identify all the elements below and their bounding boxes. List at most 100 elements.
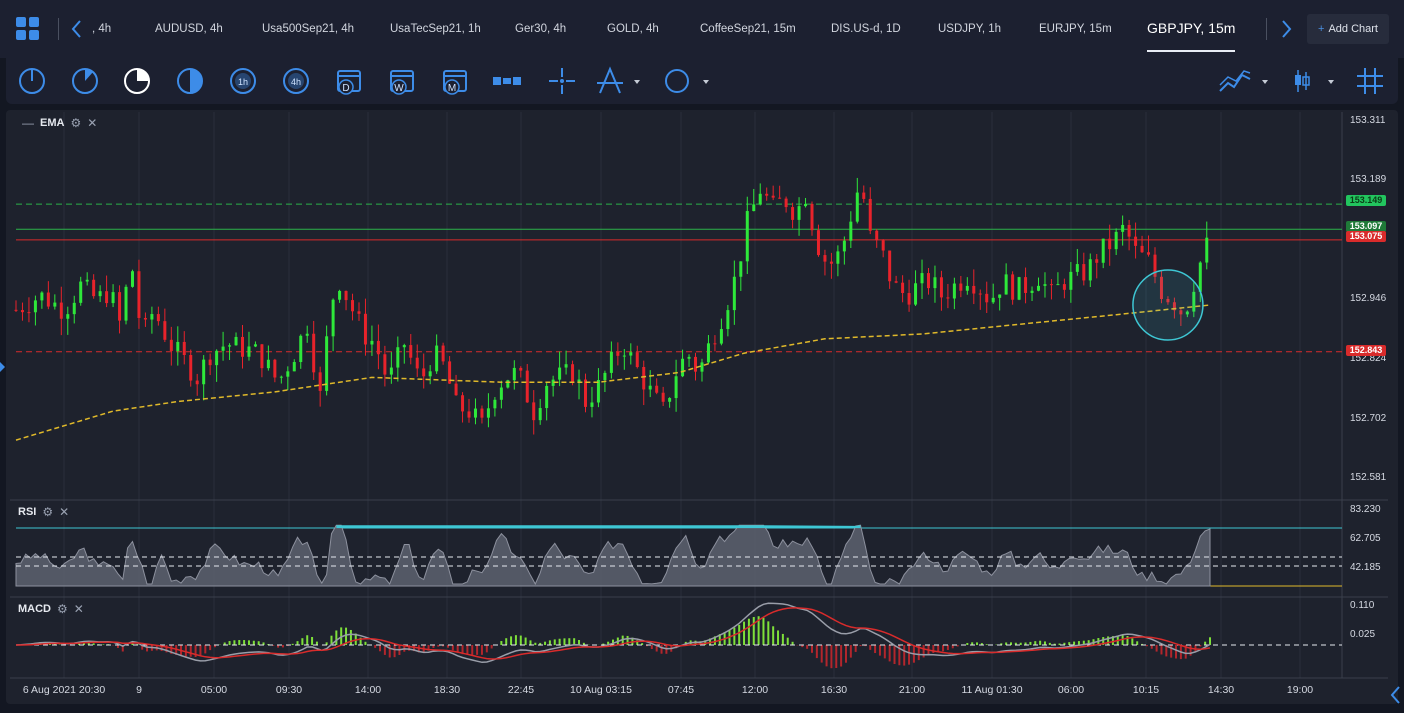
candle[interactable] xyxy=(726,310,729,329)
candle[interactable] xyxy=(1205,238,1208,263)
candle[interactable] xyxy=(785,199,788,207)
candle[interactable] xyxy=(1134,237,1137,246)
candle[interactable] xyxy=(1018,277,1021,300)
candle[interactable] xyxy=(720,329,723,344)
candle[interactable] xyxy=(836,251,839,263)
candle[interactable] xyxy=(60,303,63,319)
candle[interactable] xyxy=(927,273,930,288)
candle[interactable] xyxy=(862,193,865,199)
candle[interactable] xyxy=(383,354,386,374)
candle[interactable] xyxy=(681,359,684,376)
candle[interactable] xyxy=(118,292,121,320)
candle[interactable] xyxy=(959,284,962,291)
candle[interactable] xyxy=(338,291,341,300)
candle[interactable] xyxy=(882,240,885,250)
candle[interactable] xyxy=(610,352,613,373)
candle[interactable] xyxy=(1089,259,1092,280)
candle[interactable] xyxy=(468,411,471,417)
candle[interactable] xyxy=(345,291,348,300)
candle[interactable] xyxy=(332,300,335,337)
candle[interactable] xyxy=(791,207,794,220)
candle[interactable] xyxy=(280,377,283,378)
candle[interactable] xyxy=(1037,286,1040,291)
candle[interactable] xyxy=(668,398,671,402)
candle[interactable] xyxy=(746,211,749,261)
candle[interactable] xyxy=(319,372,322,391)
candle[interactable] xyxy=(299,336,302,362)
candle[interactable] xyxy=(532,402,535,420)
candle[interactable] xyxy=(241,337,244,357)
settings-icon[interactable]: ⚙ xyxy=(70,116,81,130)
candle[interactable] xyxy=(461,395,464,411)
candle[interactable] xyxy=(1050,284,1053,285)
candle[interactable] xyxy=(409,345,412,358)
settings-icon[interactable]: ⚙ xyxy=(42,505,53,519)
candle[interactable] xyxy=(364,314,367,345)
candle[interactable] xyxy=(1056,284,1059,285)
candle[interactable] xyxy=(636,352,639,367)
candle[interactable] xyxy=(86,280,89,282)
candle[interactable] xyxy=(513,368,516,380)
settings-icon[interactable]: ⚙ xyxy=(57,602,68,616)
candle[interactable] xyxy=(603,373,606,380)
candle[interactable] xyxy=(137,271,140,318)
candle[interactable] xyxy=(623,356,626,357)
candle[interactable] xyxy=(849,222,852,241)
candle[interactable] xyxy=(222,347,225,351)
candle[interactable] xyxy=(1147,252,1150,254)
candle[interactable] xyxy=(189,355,192,381)
candle[interactable] xyxy=(370,341,373,345)
candle[interactable] xyxy=(869,199,872,231)
candle[interactable] xyxy=(798,206,801,220)
candle[interactable] xyxy=(642,367,645,389)
candle[interactable] xyxy=(804,204,807,206)
candle[interactable] xyxy=(1108,239,1111,250)
candle[interactable] xyxy=(649,386,652,390)
candle[interactable] xyxy=(972,286,975,294)
candle[interactable] xyxy=(260,344,263,368)
candle[interactable] xyxy=(584,380,587,407)
candle[interactable] xyxy=(79,282,82,303)
candle[interactable] xyxy=(254,344,257,346)
candle[interactable] xyxy=(908,293,911,305)
candle[interactable] xyxy=(377,341,380,354)
candle[interactable] xyxy=(1031,291,1034,293)
candle[interactable] xyxy=(811,204,814,230)
candle[interactable] xyxy=(487,408,490,417)
candle[interactable] xyxy=(267,360,270,368)
candle[interactable] xyxy=(1199,263,1202,292)
close-icon[interactable]: ✕ xyxy=(74,602,84,616)
candle[interactable] xyxy=(47,293,50,307)
candle[interactable] xyxy=(888,251,891,282)
candle[interactable] xyxy=(778,198,781,199)
candle[interactable] xyxy=(170,340,173,351)
candle[interactable] xyxy=(73,303,76,314)
minimize-icon[interactable]: — xyxy=(22,116,34,130)
candle[interactable] xyxy=(92,280,95,296)
candle[interactable] xyxy=(150,314,153,319)
candle[interactable] xyxy=(765,194,768,196)
candle[interactable] xyxy=(992,298,995,302)
candle[interactable] xyxy=(700,362,703,371)
candle[interactable] xyxy=(739,261,742,276)
candle[interactable] xyxy=(998,295,1001,298)
candle[interactable] xyxy=(759,194,762,205)
candle[interactable] xyxy=(1115,232,1118,249)
candle[interactable] xyxy=(713,343,716,344)
candle[interactable] xyxy=(1063,284,1066,290)
candle[interactable] xyxy=(985,294,988,302)
candle[interactable] xyxy=(325,336,328,391)
candle[interactable] xyxy=(875,231,878,241)
candle[interactable] xyxy=(131,271,134,287)
candle[interactable] xyxy=(480,409,483,418)
candle[interactable] xyxy=(1011,274,1014,299)
candle[interactable] xyxy=(442,346,445,362)
candle[interactable] xyxy=(196,381,199,385)
candle[interactable] xyxy=(901,283,904,293)
candle[interactable] xyxy=(590,402,593,406)
candle[interactable] xyxy=(539,408,542,420)
candle[interactable] xyxy=(545,386,548,408)
candle[interactable] xyxy=(34,300,37,312)
candle[interactable] xyxy=(202,360,205,385)
candle[interactable] xyxy=(15,310,18,311)
